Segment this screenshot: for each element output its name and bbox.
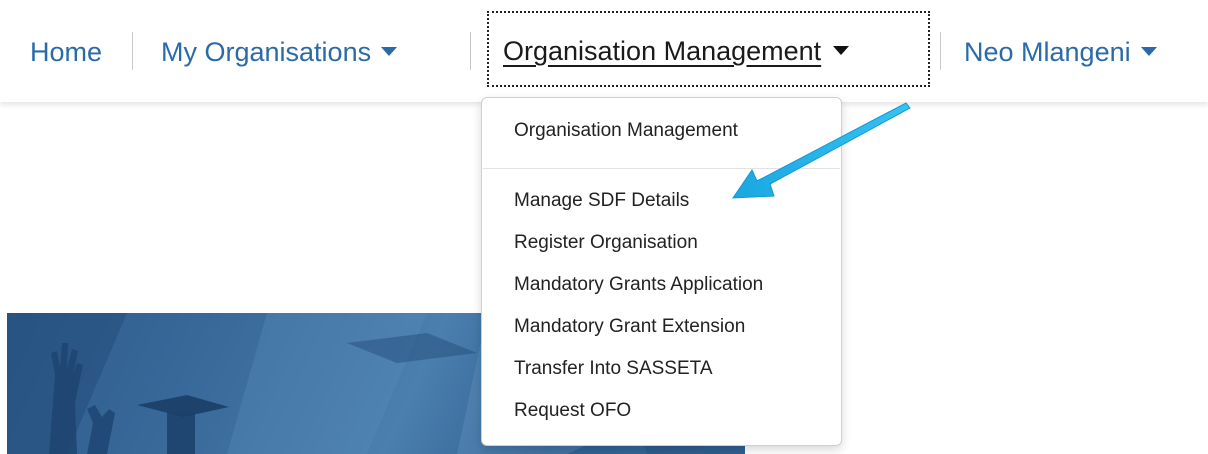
nav-separator	[940, 32, 941, 70]
menu-item-request-ofo[interactable]: Request OFO	[514, 400, 631, 422]
nav-organisation-management-label: Organisation Management	[503, 36, 822, 66]
nav-separator	[470, 32, 471, 70]
nav-home-link[interactable]: Home	[30, 30, 102, 74]
nav-user-label: Neo Mlangeni	[964, 37, 1131, 67]
nav-separator	[132, 32, 133, 70]
caret-down-icon	[381, 47, 398, 57]
nav-user-dropdown[interactable]: Neo Mlangeni	[964, 30, 1157, 74]
nav-organisation-management-dropdown[interactable]: Organisation Management	[487, 11, 930, 87]
nav-my-organisations-dropdown[interactable]: My Organisations	[161, 30, 398, 74]
caret-down-icon	[833, 46, 850, 56]
menu-item-register-organisation[interactable]: Register Organisation	[514, 232, 698, 254]
nav-my-organisations-label: My Organisations	[161, 37, 372, 67]
menu-divider	[483, 168, 840, 169]
menu-item-transfer-into-sasseta[interactable]: Transfer Into SASSETA	[514, 358, 713, 380]
menu-item-mandatory-grants-application[interactable]: Mandatory Grants Application	[514, 274, 763, 296]
caret-down-icon	[1140, 47, 1157, 57]
top-navbar: Home My Organisations Organisation Manag…	[0, 0, 1208, 102]
menu-item-organisation-management[interactable]: Organisation Management	[514, 120, 738, 142]
menu-item-manage-sdf-details[interactable]: Manage SDF Details	[514, 190, 689, 212]
menu-item-mandatory-grant-extension[interactable]: Mandatory Grant Extension	[514, 316, 745, 338]
page: Home My Organisations Organisation Manag…	[0, 0, 1208, 454]
organisation-management-dropdown-menu: Organisation Management Manage SDF Detai…	[481, 97, 842, 446]
